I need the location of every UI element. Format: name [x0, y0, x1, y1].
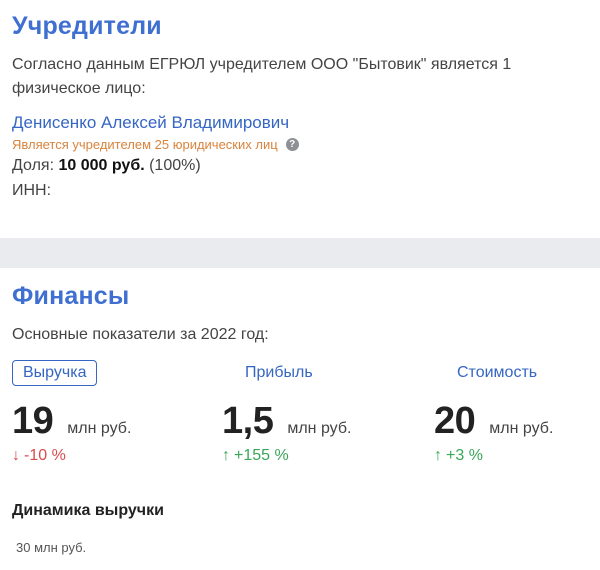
share-label: Доля:	[12, 157, 55, 174]
founders-title: Учредители	[12, 12, 162, 40]
profit-unit: млн руб.	[287, 420, 352, 437]
arrow-down-icon: ↓	[12, 447, 20, 464]
finances-title: Финансы	[12, 282, 130, 310]
revenue-delta-value: -10 %	[24, 447, 66, 464]
tab-profit[interactable]: Прибыль	[234, 360, 324, 386]
metrics-row: Выручка 19 млн руб. ↓ -10 % Прибыль 1,5 …	[12, 360, 588, 490]
revenue-value: 19	[12, 400, 54, 442]
share-percent: (100%)	[149, 157, 201, 174]
inn-value	[64, 183, 76, 195]
profit-value-row: 1,5 млн руб.	[222, 400, 351, 443]
arrow-up-icon: ↑	[222, 447, 230, 464]
inn-line: ИНН:	[12, 180, 588, 202]
revenue-delta: ↓ -10 %	[12, 447, 131, 465]
finances-intro: Основные показатели за 2022 год:	[12, 326, 269, 343]
cost-unit: млн руб.	[489, 420, 554, 437]
founders-description: Согласно данным ЕГРЮЛ учредителем ООО "Б…	[12, 56, 512, 97]
help-icon[interactable]: ?	[285, 138, 299, 151]
revenue-value-row: 19 млн руб.	[12, 400, 131, 443]
cost-value-row: 20 млн руб.	[434, 400, 553, 443]
profit-delta: ↑ +155 %	[222, 447, 351, 465]
cost-delta-value: +3 %	[446, 447, 483, 464]
finances-card: Финансы Основные показатели за 2022 год:…	[0, 268, 600, 570]
cost-value: 20	[434, 400, 476, 442]
revenue-dynamics-title: Динамика выручки	[12, 502, 164, 519]
revenue-unit: млн руб.	[67, 420, 132, 437]
chart-axis-label: 30 млн руб.	[16, 540, 87, 555]
metric-revenue: Выручка 19 млн руб. ↓ -10 %	[12, 360, 131, 465]
tab-revenue[interactable]: Выручка	[12, 360, 98, 386]
metric-value: Стоимость 20 млн руб. ↑ +3 %	[434, 360, 553, 465]
founder-name-link[interactable]: Денисенко Алексей Владимирович	[12, 113, 289, 133]
inn-label: ИНН:	[12, 182, 52, 199]
metric-profit: Прибыль 1,5 млн руб. ↑ +155 %	[222, 360, 351, 465]
profit-value: 1,5	[222, 400, 274, 442]
tab-value[interactable]: Стоимость	[446, 360, 548, 386]
founder-note-text: Является учредителем 25 юридических лиц	[12, 137, 278, 152]
arrow-up-icon: ↑	[434, 447, 442, 464]
share-value: 10 000 руб.	[58, 157, 145, 174]
share-line: Доля: 10 000 руб. (100%)	[12, 155, 588, 177]
cost-delta: ↑ +3 %	[434, 447, 553, 465]
founder-note: Является учредителем 25 юридических лиц …	[12, 137, 588, 152]
founders-card: Учредители Согласно данным ЕГРЮЛ учредит…	[0, 0, 600, 238]
profit-delta-value: +155 %	[234, 447, 289, 464]
